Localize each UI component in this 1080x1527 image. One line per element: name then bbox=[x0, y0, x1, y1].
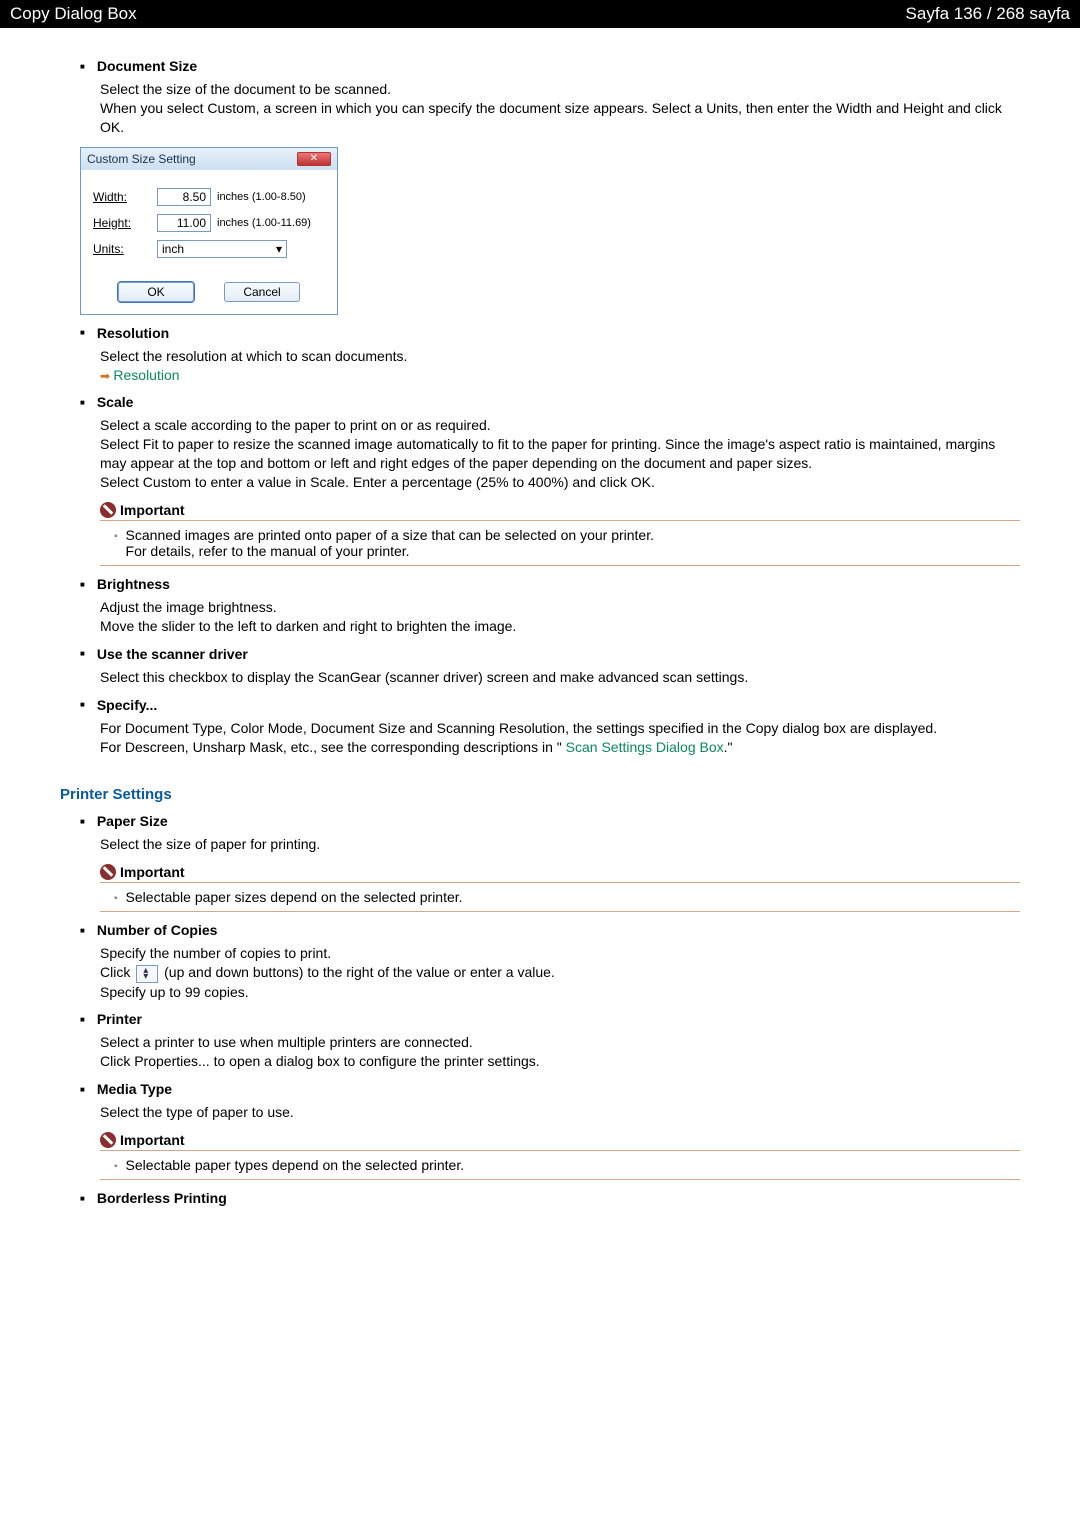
docsize-p2: When you select Custom, a screen in whic… bbox=[100, 99, 1020, 137]
ok-button[interactable]: OK bbox=[118, 282, 194, 302]
printer-p2: Click Properties... to open a dialog box… bbox=[100, 1052, 1020, 1071]
close-icon[interactable]: ✕ bbox=[297, 152, 331, 166]
heading-specify: Specify... bbox=[97, 697, 157, 713]
heading-printer: Printer bbox=[97, 1011, 142, 1027]
docsize-p1: Select the size of the document to be sc… bbox=[100, 80, 1020, 99]
specify-p2: For Descreen, Unsharp Mask, etc., see th… bbox=[100, 738, 1020, 757]
height-input[interactable]: 11.00 bbox=[157, 214, 211, 232]
item-copies: Number of Copies Specify the number of c… bbox=[80, 922, 1020, 1001]
resolution-p1: Select the resolution at which to scan d… bbox=[100, 347, 1020, 366]
important-label: Important bbox=[120, 1132, 185, 1148]
item-printer: Printer Select a printer to use when mul… bbox=[80, 1011, 1020, 1071]
important-icon bbox=[100, 502, 116, 518]
printer-p1: Select a printer to use when multiple pr… bbox=[100, 1033, 1020, 1052]
item-media-type: Media Type Select the type of paper to u… bbox=[80, 1081, 1020, 1180]
papersize-imp: Selectable paper sizes depend on the sel… bbox=[126, 889, 463, 905]
papersize-p1: Select the size of paper for printing. bbox=[100, 835, 1020, 854]
resolution-link[interactable]: Resolution bbox=[100, 366, 1020, 385]
scale-important: Important Scanned images are printed ont… bbox=[100, 502, 1020, 566]
chevron-down-icon: ▾ bbox=[276, 242, 282, 256]
item-borderless: Borderless Printing bbox=[80, 1190, 1020, 1206]
scale-imp-1: Scanned images are printed onto paper of… bbox=[126, 527, 654, 543]
important-icon bbox=[100, 864, 116, 880]
scale-p1: Select a scale according to the paper to… bbox=[100, 416, 1020, 435]
heading-resolution: Resolution bbox=[97, 325, 169, 341]
copies-p1: Specify the number of copies to print. bbox=[100, 944, 1020, 963]
heading-copies: Number of Copies bbox=[97, 922, 218, 938]
media-important: Important Selectable paper types depend … bbox=[100, 1132, 1020, 1180]
custom-size-dialog: Custom Size Setting ✕ Width: 8.50 inches… bbox=[80, 147, 338, 315]
scale-p3: Select Custom to enter a value in Scale.… bbox=[100, 473, 1020, 492]
scale-p2: Select Fit to paper to resize the scanne… bbox=[100, 435, 1020, 473]
printer-settings-heading: Printer Settings bbox=[60, 786, 1020, 803]
units-label: Units: bbox=[93, 242, 157, 256]
driver-p1: Select this checkbox to display the Scan… bbox=[100, 668, 1020, 687]
spinner-icon[interactable] bbox=[136, 965, 158, 983]
papersize-important: Important Selectable paper sizes depend … bbox=[100, 864, 1020, 912]
heading-media-type: Media Type bbox=[97, 1081, 172, 1097]
copies-p3: Specify up to 99 copies. bbox=[100, 983, 1020, 1002]
heading-brightness: Brightness bbox=[97, 576, 170, 592]
important-label: Important bbox=[120, 864, 185, 880]
dialog-title: Custom Size Setting bbox=[87, 152, 196, 166]
copies-p2: Click (up and down buttons) to the right… bbox=[100, 963, 1020, 982]
width-label: Width: bbox=[93, 190, 157, 204]
item-paper-size: Paper Size Select the size of paper for … bbox=[80, 813, 1020, 912]
brightness-p1: Adjust the image brightness. bbox=[100, 598, 1020, 617]
width-input[interactable]: 8.50 bbox=[157, 188, 211, 206]
height-range: inches (1.00-11.69) bbox=[217, 217, 311, 229]
media-imp: Selectable paper types depend on the sel… bbox=[126, 1157, 465, 1173]
item-resolution: Resolution Select the resolution at whic… bbox=[80, 325, 1020, 385]
brightness-p2: Move the slider to the left to darken an… bbox=[100, 617, 1020, 636]
header-right: Sayfa 136 / 268 sayfa bbox=[906, 4, 1070, 24]
header-left: Copy Dialog Box bbox=[10, 4, 137, 24]
heading-scale: Scale bbox=[97, 394, 134, 410]
cancel-button[interactable]: Cancel bbox=[224, 282, 300, 302]
item-driver: Use the scanner driver Select this check… bbox=[80, 646, 1020, 687]
media-p1: Select the type of paper to use. bbox=[100, 1103, 1020, 1122]
heading-borderless: Borderless Printing bbox=[97, 1190, 227, 1206]
heading-paper-size: Paper Size bbox=[97, 813, 168, 829]
important-label: Important bbox=[120, 502, 185, 518]
item-scale: Scale Select a scale according to the pa… bbox=[80, 394, 1020, 566]
scale-imp-2: For details, refer to the manual of your… bbox=[126, 543, 654, 559]
units-select[interactable]: inch▾ bbox=[157, 240, 287, 258]
item-brightness: Brightness Adjust the image brightness. … bbox=[80, 576, 1020, 636]
width-range: inches (1.00-8.50) bbox=[217, 191, 306, 203]
page-header: Copy Dialog Box Sayfa 136 / 268 sayfa bbox=[0, 0, 1080, 28]
scan-settings-link[interactable]: Scan Settings Dialog Box bbox=[566, 739, 724, 755]
heading-document-size: Document Size bbox=[97, 58, 197, 74]
specify-p1: For Document Type, Color Mode, Document … bbox=[100, 719, 1020, 738]
item-specify: Specify... For Document Type, Color Mode… bbox=[80, 697, 1020, 757]
important-icon bbox=[100, 1132, 116, 1148]
heading-driver: Use the scanner driver bbox=[97, 646, 248, 662]
content: Document Size Select the size of the doc… bbox=[0, 28, 1080, 1231]
item-document-size: Document Size Select the size of the doc… bbox=[80, 58, 1020, 137]
height-label: Height: bbox=[93, 216, 157, 230]
